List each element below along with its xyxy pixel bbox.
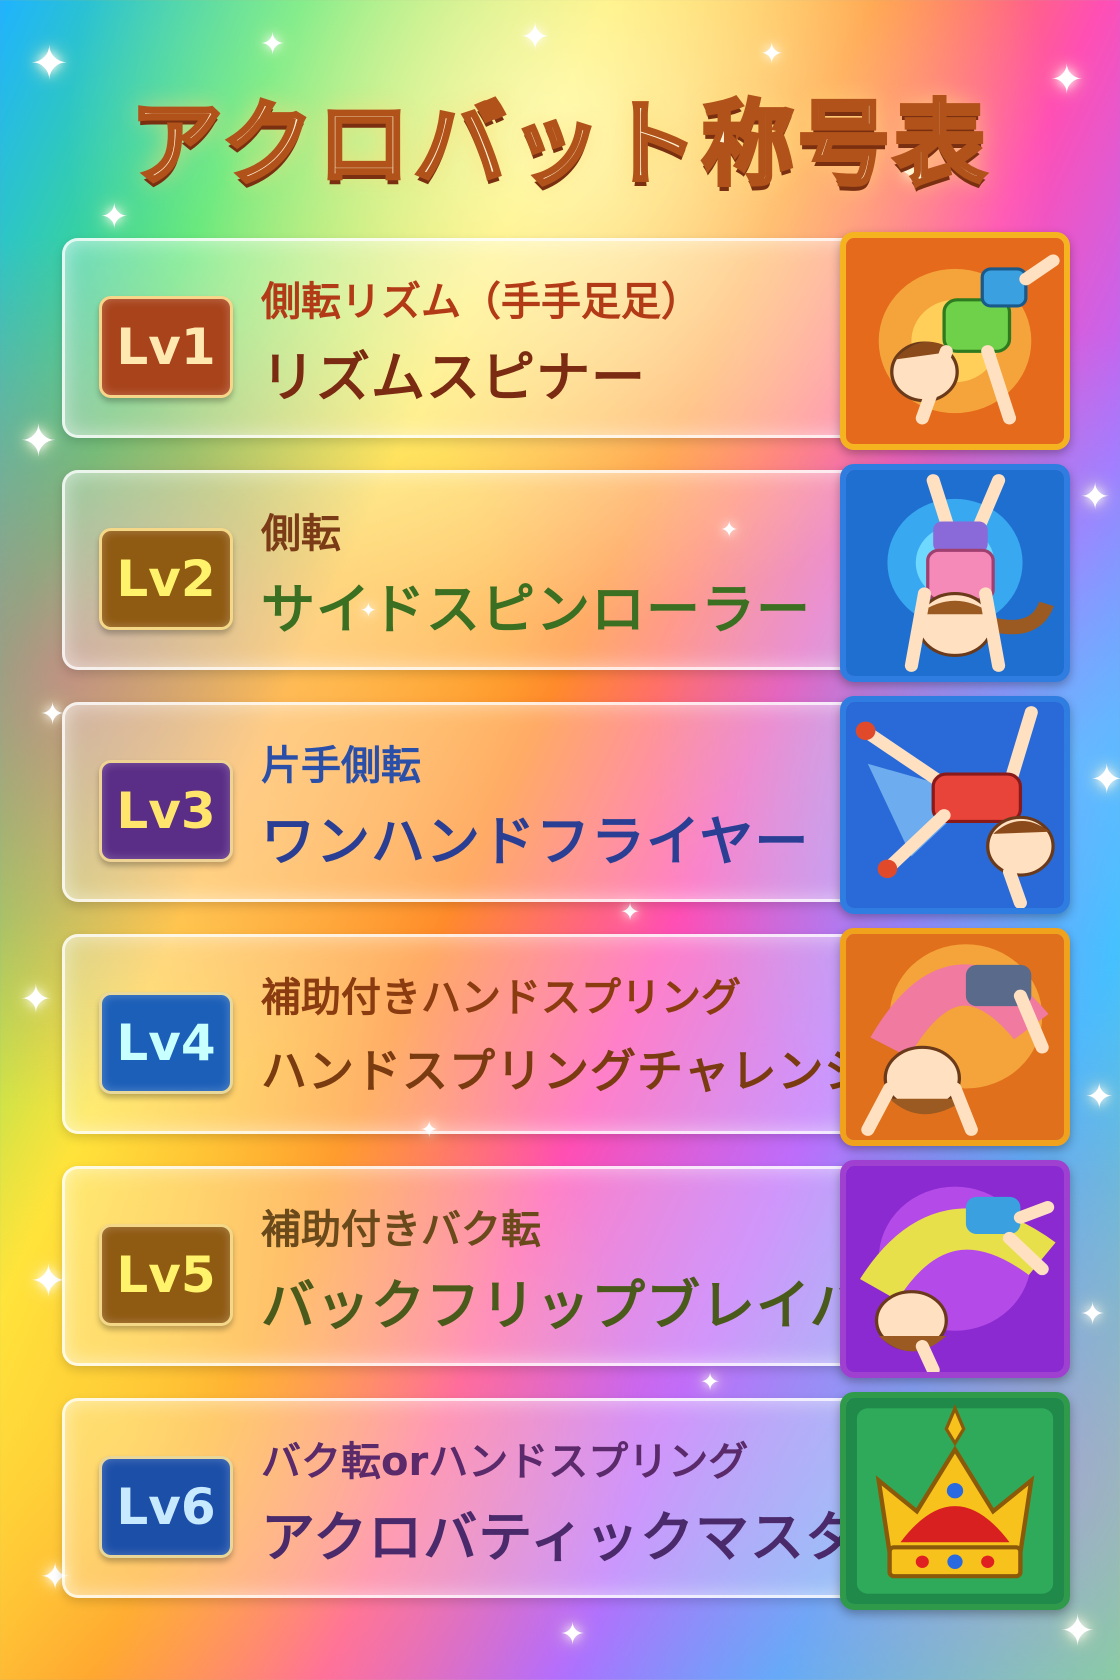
level-panel: Lv5 補助付きバク転バックフリップブレイバー <box>62 1166 919 1366</box>
level-badge: Lv4 <box>99 992 233 1094</box>
sparkle-icon: ✦ <box>620 898 641 926</box>
handspring-girl-icon <box>840 928 1070 1146</box>
sparkle-icon: ✦ <box>1080 477 1111 518</box>
level-panel: Lv6 バク転orハンドスプリングアクロバティックマスター <box>62 1398 914 1598</box>
sparkle-icon: ✦ <box>1060 1606 1096 1655</box>
crown-icon <box>840 1392 1070 1610</box>
level-badge: Lv3 <box>99 760 233 862</box>
level-badge: Lv6 <box>99 1456 233 1558</box>
level-panel: Lv3 片手側転ワンハンドフライヤー <box>62 702 858 902</box>
page-title: アクロバット称号表 <box>128 89 990 200</box>
sparkle-icon: ✦ <box>1090 757 1120 803</box>
move-name: 側転 <box>261 511 341 557</box>
level-row: Lv2 側転サイドスピンローラー <box>62 464 1070 682</box>
level-row: Lv1 側転リズム（手手足足） リズムスピナー <box>62 232 1070 450</box>
sparkle-icon: ✦ <box>1085 1077 1114 1117</box>
sparkle-icon: ✦ <box>560 1617 586 1652</box>
cartwheel-boy-icon <box>840 232 1070 450</box>
sparkle-icon: ✦ <box>260 27 286 62</box>
move-name: 側転リズム（手手足足） <box>261 279 701 325</box>
level-panel: Lv2 側転サイドスピンローラー <box>62 470 858 670</box>
sparkle-icon: ✦ <box>20 977 52 1021</box>
rank-title: バックフリップブレイバー <box>261 1274 920 1337</box>
level-panel: Lv4 補助付きハンドスプリング ハンドスプリングチャレンジャー <box>62 934 962 1134</box>
rank-title: ワンハンドフライヤー <box>261 810 810 873</box>
level-badge: Lv1 <box>99 296 233 398</box>
sparkle-icon: ✦ <box>1080 1297 1106 1332</box>
level-badge: Lv5 <box>99 1224 233 1326</box>
level-row: Lv3 片手側転ワンハンドフライヤー <box>62 696 1070 914</box>
level-row: Lv5 補助付きバク転バックフリップブレイバー <box>62 1160 1070 1378</box>
one-hand-cartwheel-boy-icon <box>840 696 1070 914</box>
handstand-girl-icon <box>840 464 1070 682</box>
level-row: Lv6 バク転orハンドスプリングアクロバティックマスター <box>62 1392 1070 1610</box>
level-panel: Lv1 側転リズム（手手足足） リズムスピナー <box>62 238 858 438</box>
level-badge: Lv2 <box>99 528 233 630</box>
move-name: 補助付きハンドスプリング <box>261 975 741 1021</box>
level-row: Lv4 補助付きハンドスプリング ハンドスプリングチャレンジャー <box>62 928 1070 1146</box>
move-name: 片手側転 <box>261 743 421 789</box>
sparkle-icon: ✦ <box>100 197 129 237</box>
sparkle-icon: ✦ <box>700 1368 721 1396</box>
move-name: バク転orハンドスプリング <box>261 1439 749 1485</box>
move-name: 補助付きバク転 <box>261 1207 541 1253</box>
backflip-boy-icon <box>840 1160 1070 1378</box>
rank-title: リズムスピナー <box>261 346 646 409</box>
sparkle-icon: ✦ <box>760 37 784 70</box>
sparkle-icon: ✦ <box>20 416 57 467</box>
sparkle-icon: ✦ <box>520 17 551 58</box>
rank-title: アクロバティックマスター <box>261 1506 916 1569</box>
rank-title: サイドスピンローラー <box>261 578 811 641</box>
